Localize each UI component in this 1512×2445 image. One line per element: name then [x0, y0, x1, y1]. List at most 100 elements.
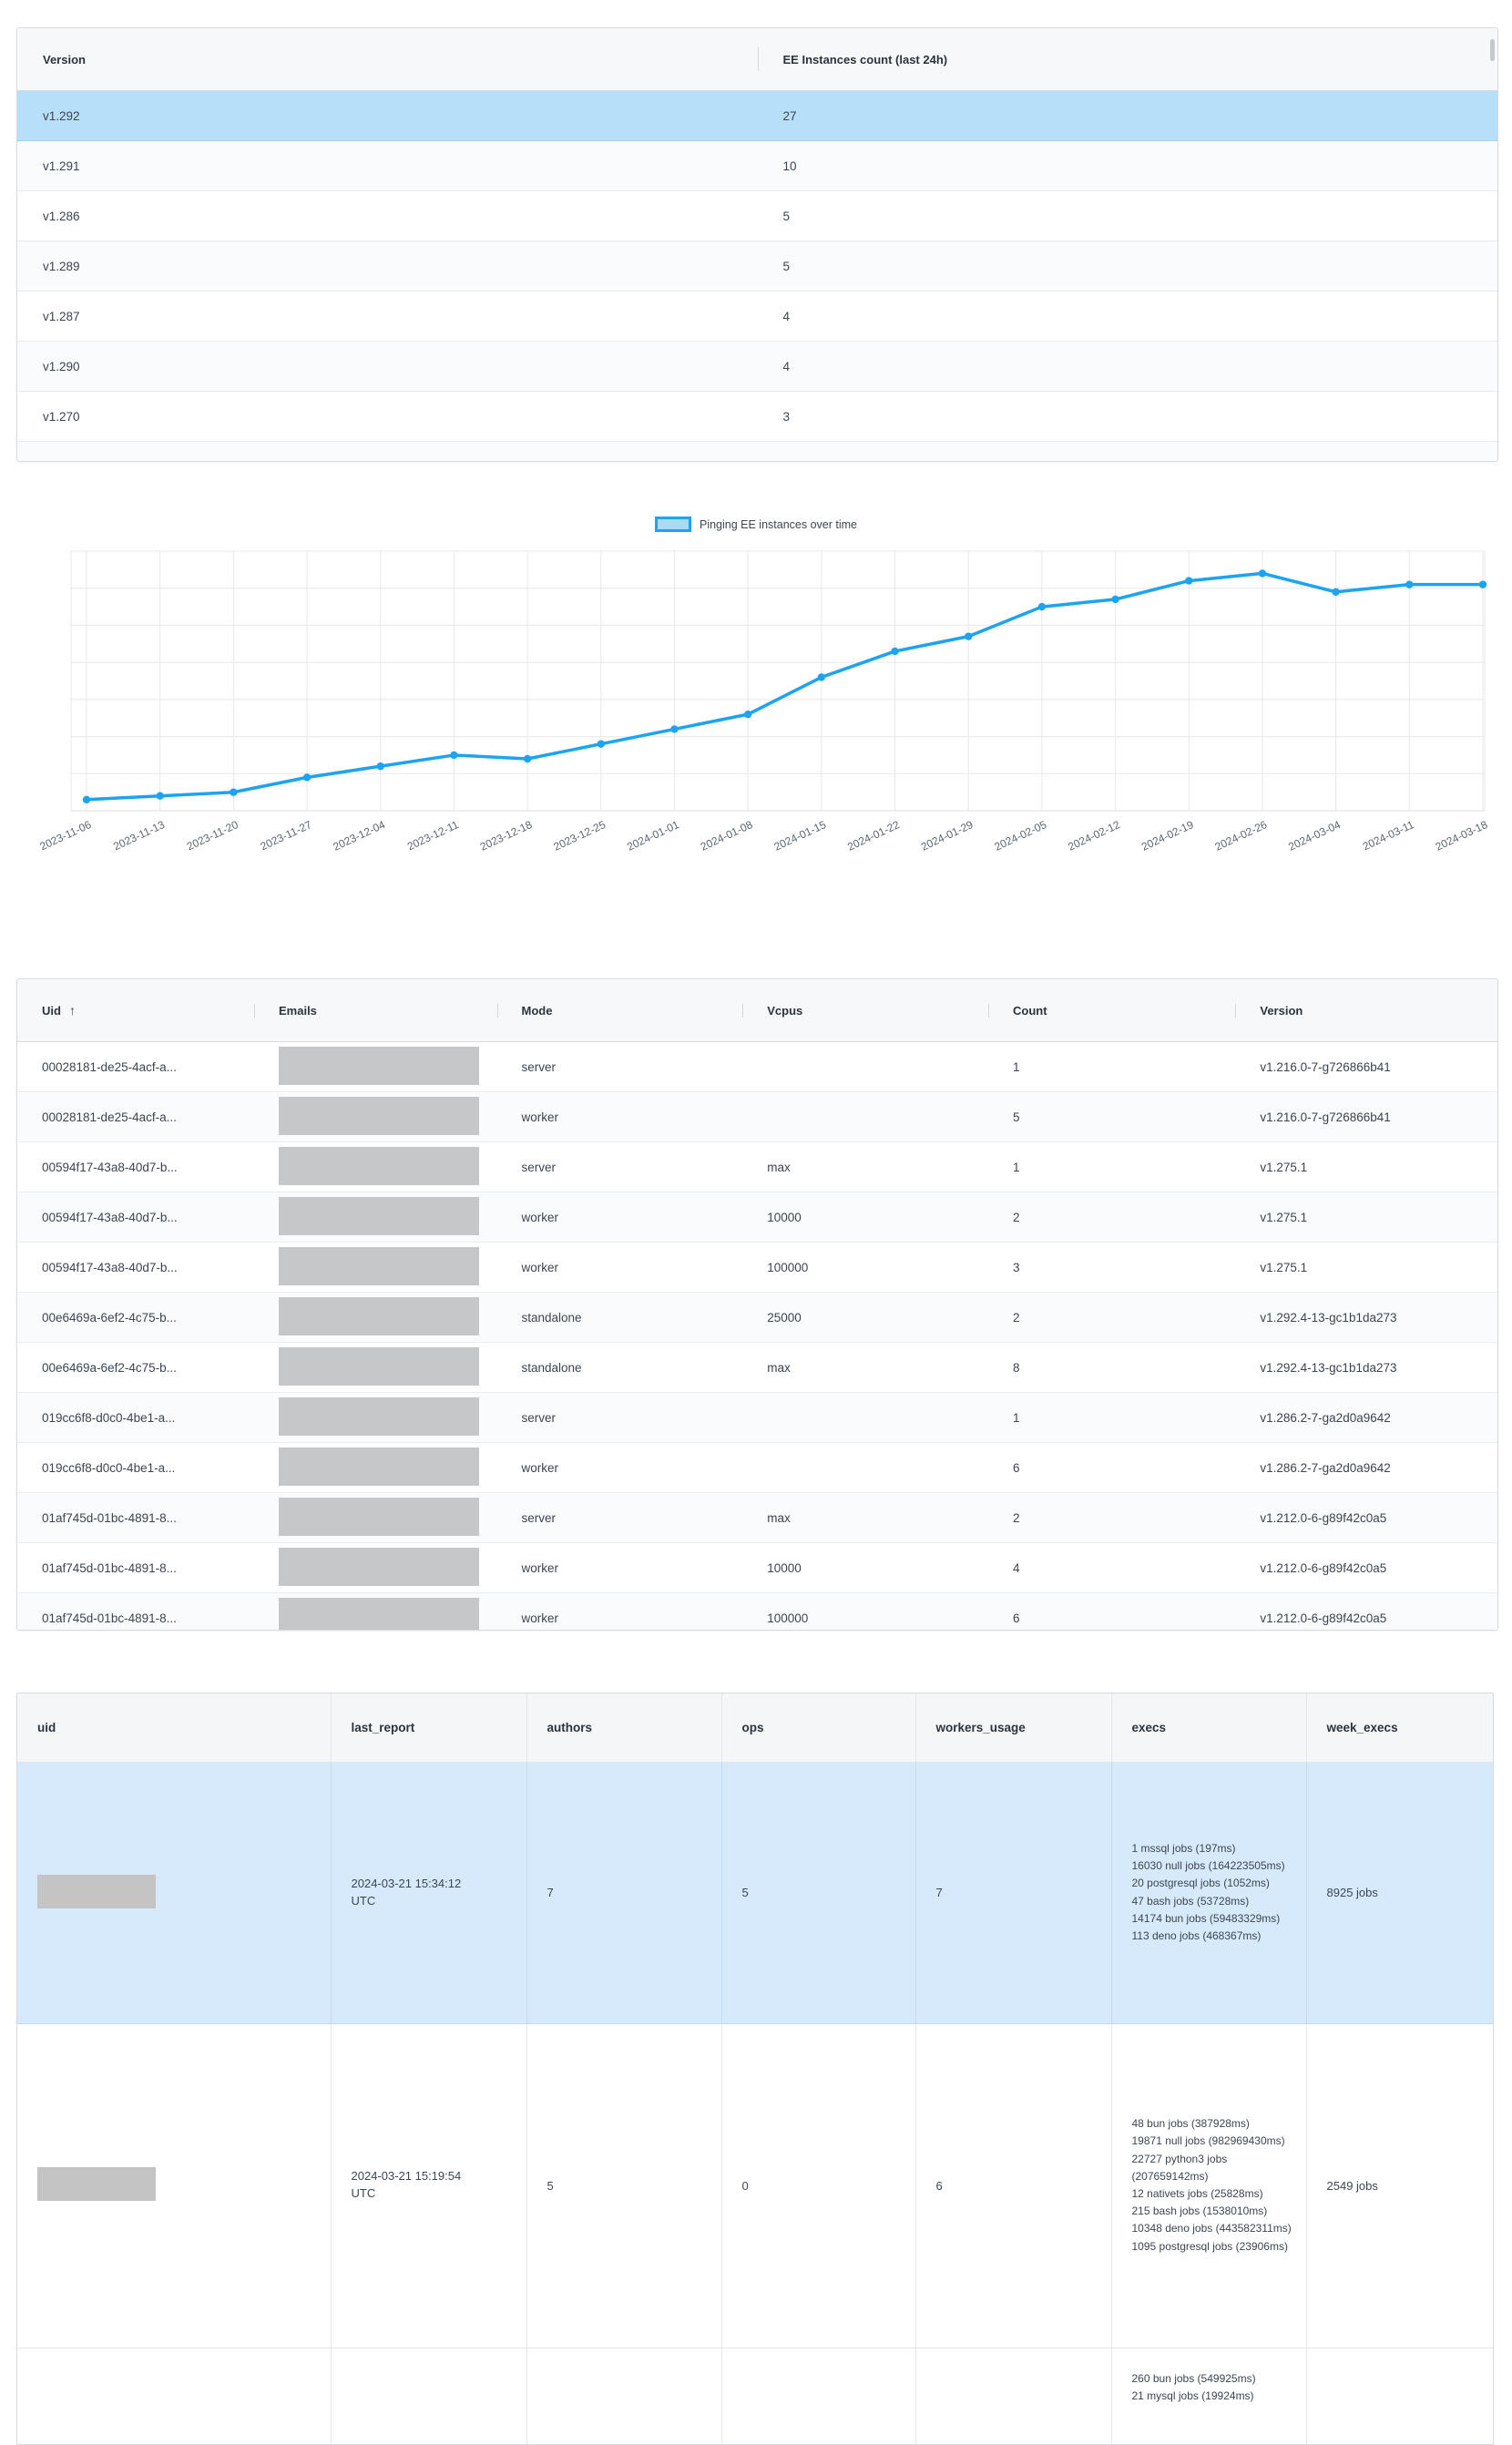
svg-text:2024-01-01: 2024-01-01: [625, 818, 681, 854]
mode-cell: worker: [497, 1461, 743, 1475]
version-cell: v1.290: [17, 360, 758, 373]
emails-cell: [254, 1147, 497, 1188]
table-row[interactable]: v1.289 5: [17, 241, 1497, 292]
count-cell: 1: [988, 1161, 1235, 1174]
version-cell: v1.275: [17, 460, 758, 463]
email-redacted-block: [279, 1397, 479, 1436]
authors-cell: [526, 2348, 721, 2445]
uid-cell: 00028181-de25-4acf-a...: [17, 1110, 254, 1124]
table-row[interactable]: 01af745d-01bc-4891-8... worker 100000 6 …: [17, 1593, 1497, 1631]
count-cell: 27: [758, 109, 1498, 123]
table-row[interactable]: 019cc6f8-d0c0-4be1-a... worker 6 v1.286.…: [17, 1443, 1497, 1493]
mode-cell: server: [497, 1161, 743, 1174]
uid-cell: 00594f17-43a8-40d7-b...: [17, 1161, 254, 1174]
table-row[interactable]: v1.270 3: [17, 392, 1497, 442]
execs-cell: 260 bun jobs (549925ms) 21 mysql jobs (1…: [1111, 2348, 1306, 2445]
mode-cell: worker: [497, 1261, 743, 1274]
vcpus-cell: 100000: [742, 1261, 988, 1274]
table-row[interactable]: 019cc6f8-d0c0-4be1-a... server 1 v1.286.…: [17, 1393, 1497, 1443]
table-row[interactable]: v1.291 10: [17, 141, 1497, 191]
column-header-uid[interactable]: uid: [17, 1693, 331, 1762]
column-header-mode[interactable]: Mode: [497, 1004, 743, 1018]
svg-text:2024-01-08: 2024-01-08: [699, 818, 755, 854]
table-row[interactable]: 00028181-de25-4acf-a... worker 5 v1.216.…: [17, 1092, 1497, 1142]
last-report-cell: 2024-03-21 15:34:12 UTC: [331, 1762, 526, 2023]
count-cell: 1: [988, 1060, 1235, 1074]
version-cell: v1.275.1: [1235, 1161, 1497, 1174]
table-row[interactable]: 260 bun jobs (549925ms) 21 mysql jobs (1…: [17, 2348, 1494, 2445]
version-cell: v1.275.1: [1235, 1261, 1497, 1274]
emails-cell: [254, 1498, 497, 1539]
version-cell: v1.292.4-13-gc1b1da273: [1235, 1311, 1497, 1325]
table-row[interactable]: 00028181-de25-4acf-a... server 1 v1.216.…: [17, 1042, 1497, 1092]
table-row[interactable]: 00594f17-43a8-40d7-b... worker 10000 2 v…: [17, 1192, 1497, 1243]
count-cell: 2: [988, 1211, 1235, 1224]
table-row[interactable]: 00e6469a-6ef2-4c75-b... standalone 25000…: [17, 1293, 1497, 1343]
version-cell: v1.286: [17, 210, 758, 223]
version-cell: v1.275.1: [1235, 1211, 1497, 1224]
column-header-vcpus[interactable]: Vcpus: [742, 1004, 988, 1018]
authors-cell: 5: [526, 2023, 721, 2348]
table-row[interactable]: 00e6469a-6ef2-4c75-b... standalone max 8…: [17, 1343, 1497, 1393]
ops-cell: 5: [721, 1762, 915, 2023]
uid-cell: [17, 1762, 331, 2023]
column-header-version[interactable]: Version: [1235, 1004, 1497, 1018]
table-row[interactable]: v1.275 3: [17, 442, 1497, 462]
week-execs-cell: 8925 jobs: [1306, 1762, 1494, 2023]
table-row[interactable]: 01af745d-01bc-4891-8... worker 10000 4 v…: [17, 1543, 1497, 1593]
version-cell: v1.292: [17, 109, 758, 123]
usage-stats-table: uid last_report authors ops workers_usag…: [16, 1693, 1494, 2445]
sort-ascending-icon[interactable]: ↑: [69, 1003, 76, 1018]
last-report-cell: 2024-03-21 15:19:54 UTC: [331, 2023, 526, 2348]
count-cell: 5: [758, 260, 1498, 273]
svg-text:2024-03-11: 2024-03-11: [1361, 818, 1416, 853]
pinging-instances-chart: Pinging EE instances over time 2023-11-0…: [0, 496, 1512, 897]
column-header-version[interactable]: Version: [17, 53, 758, 66]
count-cell: 8: [988, 1361, 1235, 1375]
mode-cell: worker: [497, 1611, 743, 1625]
count-cell: 10: [758, 159, 1498, 173]
uid-cell: 00e6469a-6ef2-4c75-b...: [17, 1311, 254, 1325]
count-cell: 6: [988, 1461, 1235, 1475]
email-redacted-block: [279, 1598, 479, 1632]
column-header-authors[interactable]: authors: [526, 1693, 721, 1762]
column-header-emails[interactable]: Emails: [254, 1004, 497, 1018]
column-header-ee-instances-count[interactable]: EE Instances count (last 24h): [758, 53, 1498, 66]
svg-text:2024-01-15: 2024-01-15: [772, 818, 829, 854]
table-row[interactable]: 2024-03-21 15:19:54 UTC 5 0 6 48 bun job…: [17, 2023, 1494, 2348]
table-row-selected[interactable]: v1.292 27: [17, 91, 1497, 141]
table-row[interactable]: v1.290 4: [17, 342, 1497, 392]
svg-text:2024-01-29: 2024-01-29: [919, 818, 976, 854]
table-row[interactable]: 00594f17-43a8-40d7-b... worker 100000 3 …: [17, 1243, 1497, 1293]
column-header-workers-usage[interactable]: workers_usage: [915, 1693, 1111, 1762]
vertical-scrollbar-thumb[interactable]: [1490, 39, 1495, 61]
count-cell: 5: [758, 210, 1498, 223]
column-header-ops[interactable]: ops: [721, 1693, 915, 1762]
emails-cell: [254, 1097, 497, 1138]
column-header-count[interactable]: Count: [988, 1004, 1235, 1018]
version-cell: v1.291: [17, 159, 758, 173]
email-redacted-block: [279, 1297, 479, 1335]
mode-cell: worker: [497, 1110, 743, 1124]
svg-text:2023-12-11: 2023-12-11: [405, 818, 461, 853]
uid-cell: [17, 2348, 331, 2445]
uid-cell: 01af745d-01bc-4891-8...: [17, 1511, 254, 1525]
version-cell: v1.212.0-6-g89f42c0a5: [1235, 1561, 1497, 1575]
emails-cell: [254, 1347, 497, 1388]
column-header-week-execs[interactable]: week_execs: [1306, 1693, 1494, 1762]
email-redacted-block: [279, 1247, 479, 1285]
column-header-execs[interactable]: execs: [1111, 1693, 1306, 1762]
email-redacted-block: [279, 1047, 479, 1085]
uid-cell: 01af745d-01bc-4891-8...: [17, 1561, 254, 1575]
mode-cell: worker: [497, 1561, 743, 1575]
column-header-last-report[interactable]: last_report: [331, 1693, 526, 1762]
vcpus-cell: max: [742, 1361, 988, 1375]
table-row-highlighted[interactable]: 2024-03-21 15:34:12 UTC 7 5 7 1 mssql jo…: [17, 1762, 1494, 2023]
column-header-uid[interactable]: Uid↑: [17, 1003, 254, 1018]
emails-cell: [254, 1397, 497, 1438]
table-row[interactable]: 01af745d-01bc-4891-8... server max 2 v1.…: [17, 1493, 1497, 1543]
table-row[interactable]: v1.286 5: [17, 191, 1497, 241]
svg-text:2023-11-20: 2023-11-20: [185, 818, 240, 853]
table-row[interactable]: 00594f17-43a8-40d7-b... server max 1 v1.…: [17, 1142, 1497, 1192]
table-row[interactable]: v1.287 4: [17, 292, 1497, 342]
